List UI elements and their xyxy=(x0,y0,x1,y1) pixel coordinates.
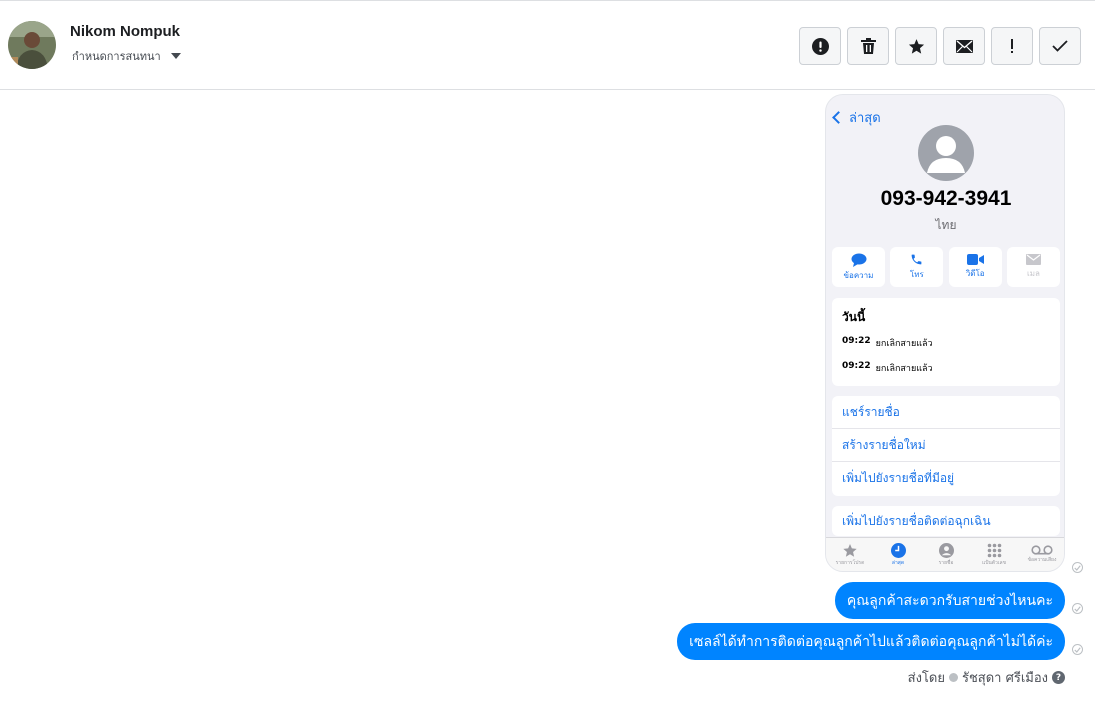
ios-recent-calls: วันนี้ 09:22 ยกเลิกสายแล้ว 09:22 ยกเลิกส… xyxy=(832,298,1060,386)
follow-up-button[interactable] xyxy=(991,27,1033,65)
speech-bubble-icon xyxy=(851,253,866,267)
conversation-settings-label: กำหนดการสนทนา xyxy=(72,50,161,63)
ios-emergency-link: เพิ่มไปยังรายชื่อติดต่อฉุกเฉิน xyxy=(832,506,1060,536)
video-camera-icon xyxy=(966,254,984,265)
ios-share-contact-link: แชร์รายชื่อ xyxy=(832,396,1060,429)
conversation-header: Nikom Nompuk กำหนดการสนทนา xyxy=(0,0,1095,90)
phone-icon xyxy=(911,254,922,265)
call-status: ยกเลิกสายแล้ว xyxy=(875,339,933,349)
avatar[interactable] xyxy=(8,21,56,69)
ios-tab-label: แป้นตัวเลข xyxy=(981,559,1007,566)
seen-check-icon xyxy=(1072,562,1083,573)
voicemail-icon xyxy=(1031,545,1053,555)
delete-button[interactable] xyxy=(847,27,889,65)
ios-create-contact-link: สร้างรายชื่อใหม่ xyxy=(832,429,1060,462)
seen-check-icon xyxy=(1072,603,1083,614)
ios-call-action: โทร xyxy=(890,247,944,287)
ios-calls-title: วันนี้ xyxy=(842,310,866,324)
message-bubble[interactable]: เซลล์ได้ทำการติดต่อคุณลูกค้าไปแล้วติดต่อ… xyxy=(677,623,1065,660)
check-icon xyxy=(1052,40,1068,52)
ios-add-existing-link: เพิ่มไปยังรายชื่อที่มีอยู่ xyxy=(842,471,955,485)
conversation-view: Nikom Nompuk กำหนดการสนทนา ล่าสุด 093-94… xyxy=(0,0,1095,715)
ios-tab-bar: รายการโปรด ล่าสุด รายชื่อ แป้นตัวเลข ข้อ… xyxy=(826,537,1064,571)
image-attachment[interactable]: ล่าสุด 093-942-3941 ไทย ข้อความ โทร วิดี… xyxy=(825,94,1065,572)
ios-action-label: โทร xyxy=(909,270,924,279)
call-time: 09:22 xyxy=(842,336,871,346)
envelope-icon xyxy=(955,39,973,53)
agent-name[interactable]: รัชสุดา ศรีเมือง xyxy=(962,667,1048,688)
ios-tab-label: รายการโปรด xyxy=(835,559,865,566)
check-circle-icon xyxy=(948,673,958,682)
ios-tab-label: ล่าสุด xyxy=(891,559,905,566)
sent-by: ส่งโดย รัชสุดา ศรีเมือง ? xyxy=(908,667,1065,688)
exclamation-icon xyxy=(1011,39,1013,53)
ios-tab-favorites: รายการโปรด xyxy=(828,543,872,567)
ios-contact-actions: ข้อความ โทร วิดีโอ เมล xyxy=(832,247,1060,287)
message-bubble[interactable]: คุณลูกค้าสะดวกรับสายช่วงไหนคะ xyxy=(834,582,1065,619)
list-item: 09:22 ยกเลิกสายแล้ว xyxy=(842,361,1050,375)
ios-back-label: ล่าสุด xyxy=(849,111,881,126)
mark-unread-button[interactable] xyxy=(943,27,985,65)
envelope-icon xyxy=(1025,254,1041,265)
conversation-settings-dropdown[interactable]: กำหนดการสนทนา xyxy=(72,47,181,65)
report-spam-button[interactable] xyxy=(799,27,841,65)
message-text: เซลล์ได้ทำการติดต่อคุณลูกค้าไปแล้วติดต่อ… xyxy=(689,633,1053,650)
ios-action-label: วิดีโอ xyxy=(965,269,985,278)
ios-back-button: ล่าสุด xyxy=(832,107,881,128)
message-text: คุณลูกค้าสะดวกรับสายช่วงไหนคะ xyxy=(846,592,1053,609)
sent-by-label: ส่งโดย xyxy=(907,671,945,686)
chevron-left-icon xyxy=(832,111,845,124)
trash-icon xyxy=(860,38,876,54)
ios-tab-keypad: แป้นตัวเลข xyxy=(972,543,1016,567)
ios-tab-recents: ล่าสุด xyxy=(876,542,920,567)
ios-phone-number: 093-942-3941 xyxy=(880,187,1012,210)
person-placeholder-icon xyxy=(918,125,974,181)
star-icon xyxy=(908,38,924,54)
person-circle-icon xyxy=(938,542,954,558)
ios-action-label: ข้อความ xyxy=(843,270,874,280)
ios-tab-label: ข้อความเสียง xyxy=(1027,557,1057,563)
call-status: ยกเลิกสายแล้ว xyxy=(875,364,933,374)
ios-mail-action: เมล xyxy=(1006,247,1060,287)
contact-name[interactable]: Nikom Nompuk xyxy=(70,23,180,40)
ios-action-label: เมล xyxy=(1027,269,1040,278)
ios-tab-voicemail: ข้อความเสียง xyxy=(1020,545,1064,564)
seen-check-icon xyxy=(1072,644,1083,655)
call-time: 09:22 xyxy=(842,361,871,371)
list-item: 09:22 ยกเลิกสายแล้ว xyxy=(842,336,1050,350)
ios-region: ไทย xyxy=(935,218,957,232)
mark-done-button[interactable] xyxy=(1039,27,1081,65)
clock-icon xyxy=(890,542,906,558)
action-toolbar xyxy=(799,27,1081,65)
ios-video-action: วิดีโอ xyxy=(948,247,1002,287)
ios-message-action: ข้อความ xyxy=(832,247,885,287)
alert-circle-icon xyxy=(811,37,829,55)
star-button[interactable] xyxy=(895,27,937,65)
keypad-icon xyxy=(987,543,1001,557)
ios-tab-label: รายชื่อ xyxy=(938,559,954,566)
star-icon xyxy=(843,543,857,557)
ios-tab-contacts: รายชื่อ xyxy=(924,542,968,567)
help-icon[interactable]: ? xyxy=(1052,671,1065,684)
caret-down-icon xyxy=(170,53,181,59)
ios-contact-links: แชร์รายชื่อ สร้างรายชื่อใหม่ เพิ่มไปยังร… xyxy=(832,396,1060,496)
